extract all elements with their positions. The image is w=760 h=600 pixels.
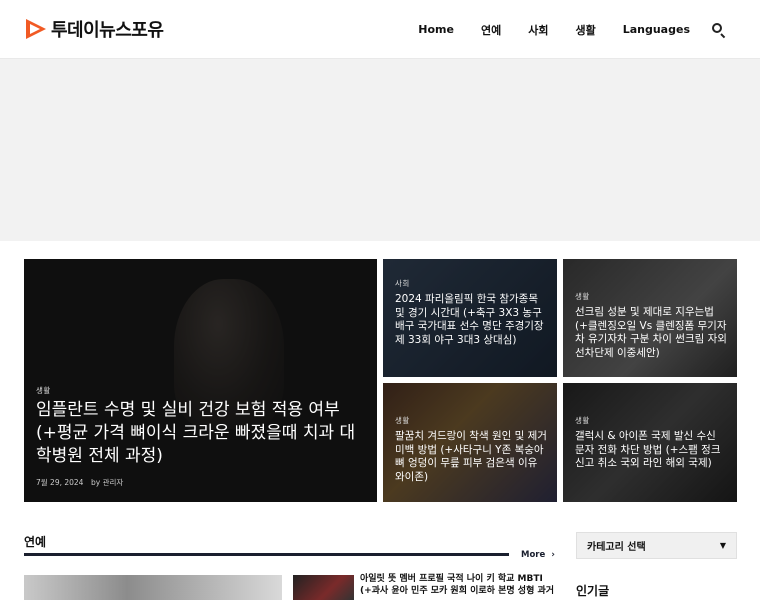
nav-languages[interactable]: Languages [623, 23, 690, 36]
featured-card-3[interactable]: 생활 팔꿈치 겨드랑이 착색 원인 및 제거 미백 방법 (+사타구니 Y존 복… [383, 383, 557, 502]
section-divider [24, 553, 509, 556]
site-header: 투데이뉴스포유 Home 연예 사회 생활 Languages [0, 0, 760, 59]
logo-text: 투데이뉴스포유 [51, 20, 164, 41]
section-more-link[interactable]: More › [521, 550, 555, 560]
card-category[interactable]: 사회 [395, 278, 410, 289]
card-author[interactable]: by 관리자 [91, 477, 123, 488]
popular-posts-title: 인기글 [576, 584, 610, 598]
featured-card-1[interactable]: 사회 2024 파리올림픽 한국 참가종목 및 경기 시간대 (+축구 3X3 … [383, 259, 557, 377]
card-category[interactable]: 생활 [575, 291, 590, 302]
nav-life[interactable]: 생활 [575, 22, 595, 38]
section-title: 연예 [24, 535, 47, 549]
featured-card-main[interactable]: 생활 임플란트 수명 및 실비 건강 보험 적용 여부 (+평균 가격 뼈이식 … [24, 259, 377, 502]
article-thumbnail-small[interactable] [293, 575, 354, 600]
card-title[interactable]: 임플란트 수명 및 실비 건강 보험 적용 여부 (+평균 가격 뼈이식 크라운… [36, 399, 366, 468]
article-thumbnail-large[interactable] [24, 575, 282, 600]
card-category[interactable]: 생활 [395, 415, 410, 426]
category-select[interactable]: 카테고리 선택 ▼ [576, 532, 737, 559]
nav-society[interactable]: 사회 [528, 22, 548, 38]
featured-card-2[interactable]: 생활 선크림 성분 및 제대로 지우는법 (+클렌징오일 Vs 클렌징폼 무기자… [563, 259, 737, 377]
site-logo[interactable]: 투데이뉴스포유 [25, 15, 164, 43]
card-title[interactable]: 팔꿈치 겨드랑이 착색 원인 및 제거 미백 방법 (+사타구니 Y존 복숭아뼈… [395, 430, 547, 485]
article-list-title[interactable]: 아일릿 뜻 멤버 프로필 국적 나이 키 학교 MBTI (+과사 윤아 민주 … [360, 574, 555, 597]
search-icon[interactable] [712, 22, 726, 38]
card-category[interactable]: 생활 [36, 385, 51, 396]
card-category[interactable]: 생활 [575, 415, 590, 426]
nav-home[interactable]: Home [418, 23, 454, 36]
featured-card-4[interactable]: 생활 갤럭시 & 아이폰 국제 발신 수신 문자 전화 차단 방법 (+스팸 정… [563, 383, 737, 502]
card-title[interactable]: 갤럭시 & 아이폰 국제 발신 수신 문자 전화 차단 방법 (+스팸 정크신고… [575, 430, 727, 471]
play-logo-icon [26, 19, 46, 39]
card-title[interactable]: 선크림 성분 및 제대로 지우는법 (+클렌징오일 Vs 클렌징폼 무기자차 유… [575, 306, 727, 361]
main-nav: Home 연예 사회 생활 Languages [391, 0, 726, 59]
ad-banner-area [0, 59, 760, 241]
chevron-down-icon: ▼ [719, 541, 726, 550]
chevron-right-icon: › [551, 550, 555, 560]
card-date: 7월 29, 2024 [36, 478, 84, 487]
nav-entertainment[interactable]: 연예 [481, 22, 501, 38]
card-title[interactable]: 2024 파리올림픽 한국 참가종목 및 경기 시간대 (+축구 3X3 농구 … [395, 293, 545, 348]
